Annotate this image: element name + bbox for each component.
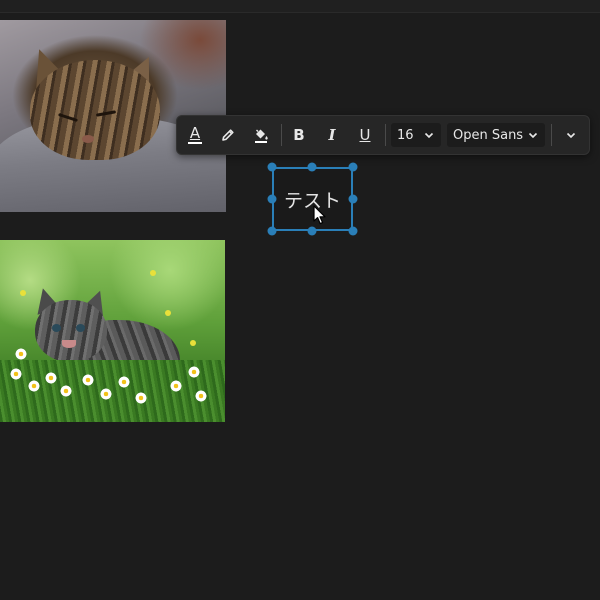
kitten-eye xyxy=(76,324,85,332)
resize-handle-top-left[interactable] xyxy=(267,162,277,172)
italic-button[interactable]: I xyxy=(318,122,346,148)
underline-button[interactable]: U xyxy=(351,122,379,148)
daisy xyxy=(45,372,57,384)
daisy xyxy=(60,385,72,397)
font-family-value: Open Sans xyxy=(453,127,524,143)
top-bar xyxy=(0,0,600,13)
more-options-button[interactable] xyxy=(557,122,585,148)
daisy xyxy=(82,374,94,386)
highlight-button[interactable] xyxy=(214,122,242,148)
resize-handle-top-right[interactable] xyxy=(348,162,358,172)
font-family-select[interactable]: Open Sans xyxy=(447,123,545,147)
daisy xyxy=(135,392,147,404)
flower xyxy=(165,310,171,316)
flower xyxy=(190,340,196,346)
cat-head xyxy=(30,60,160,160)
flower xyxy=(150,270,156,276)
resize-handle-left[interactable] xyxy=(267,194,277,204)
toolbar-separator xyxy=(551,124,552,146)
flower xyxy=(20,290,26,296)
toolbar-separator xyxy=(281,124,282,146)
daisy xyxy=(195,390,207,402)
kitten-eye xyxy=(52,324,61,332)
chevron-down-icon xyxy=(566,132,576,139)
kitten-head xyxy=(35,300,107,362)
daisy xyxy=(118,376,130,388)
bold-button[interactable]: B xyxy=(285,122,313,148)
kitten-in-daisies-photo[interactable] xyxy=(0,240,225,422)
resize-handle-right[interactable] xyxy=(348,194,358,204)
daisy xyxy=(188,366,200,378)
pencil-icon xyxy=(222,129,234,141)
paint-bucket-icon xyxy=(255,129,268,143)
fill-color-button[interactable] xyxy=(247,122,275,148)
chevron-down-icon xyxy=(424,132,434,139)
daisy xyxy=(28,380,40,392)
font-color-button[interactable]: A xyxy=(181,122,209,148)
daisy xyxy=(100,388,112,400)
chevron-down-icon xyxy=(528,132,538,139)
font-color-icon: A xyxy=(188,124,202,144)
toolbar-separator xyxy=(385,124,386,146)
daisy xyxy=(170,380,182,392)
kitten-mouth xyxy=(62,340,76,348)
resize-handle-bottom[interactable] xyxy=(307,226,317,236)
cat-nose xyxy=(82,135,94,143)
font-size-select[interactable]: 16 xyxy=(391,123,441,147)
resize-handle-top[interactable] xyxy=(307,162,317,172)
resize-handle-bottom-left[interactable] xyxy=(267,226,277,236)
mouse-cursor-icon xyxy=(313,205,326,225)
daisy xyxy=(15,348,27,360)
font-size-value: 16 xyxy=(397,127,414,143)
text-format-toolbar: A B I U 16 Open Sans xyxy=(176,115,590,155)
daisy xyxy=(10,368,22,380)
resize-handle-bottom-right[interactable] xyxy=(348,226,358,236)
